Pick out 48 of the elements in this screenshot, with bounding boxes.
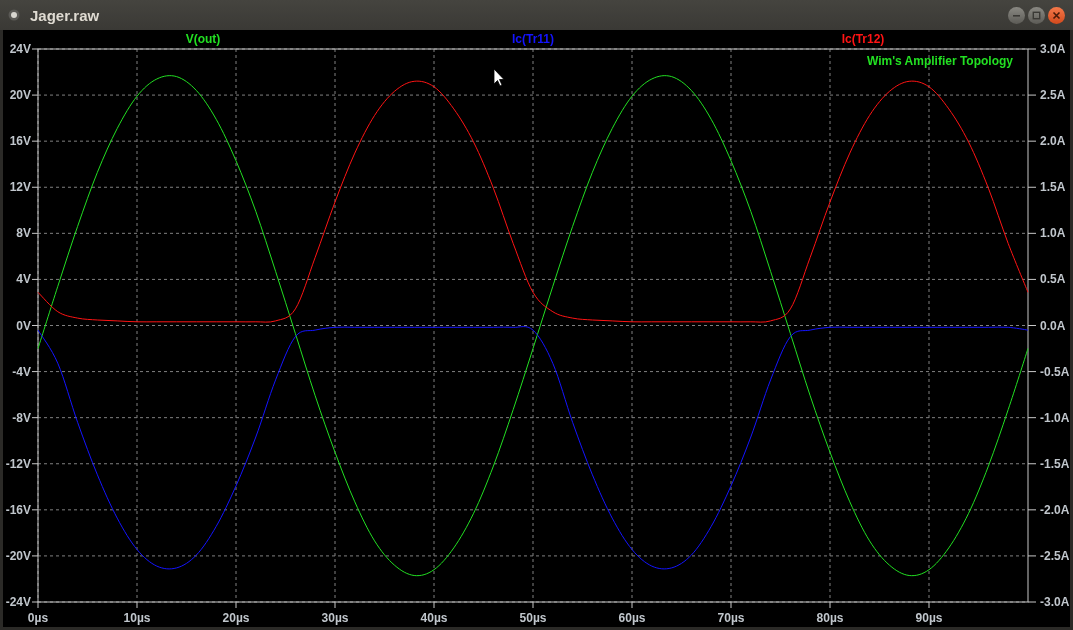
- y-axis-label: -2.5A: [1040, 548, 1070, 563]
- x-axis-label: 20µs: [222, 611, 250, 625]
- legend-label: Ic(Tr12): [841, 32, 885, 46]
- y-axis-label: -4V: [12, 364, 31, 379]
- y-axis-label: 20V: [9, 88, 31, 103]
- y-axis-label: 2.5A: [1040, 88, 1066, 103]
- y-axis-label: 0.5A: [1040, 272, 1066, 287]
- y-axis-label: -24V: [5, 595, 31, 609]
- y-axis-label: 24V: [9, 42, 31, 56]
- y-axis-label: 1.5A: [1040, 180, 1066, 195]
- y-axis-label: -12V: [5, 456, 31, 471]
- x-axis-label: 90µs: [915, 611, 943, 625]
- y-axis-label: 2.0A: [1040, 134, 1066, 149]
- y-axis-label: -8V: [12, 410, 31, 425]
- legend-label: V(out): [185, 32, 221, 46]
- x-axis-label: 30µs: [321, 611, 349, 625]
- y-axis-label: 16V: [9, 134, 31, 149]
- app-icon: [8, 9, 20, 21]
- y-axis-label: 4V: [16, 272, 31, 287]
- legend-label: Ic(Tr11): [512, 32, 554, 46]
- y-axis-label: 8V: [16, 226, 31, 241]
- y-axis-label: -20V: [5, 548, 31, 563]
- y-axis-label: 3.0A: [1040, 42, 1066, 56]
- x-axis-label: 40µs: [420, 611, 448, 625]
- y-axis-label: -1.0A: [1040, 410, 1070, 425]
- x-axis-label: 70µs: [717, 611, 745, 625]
- window-title: Jager.raw: [30, 6, 101, 24]
- maximize-button[interactable]: [1028, 6, 1045, 24]
- x-axis-label: 80µs: [816, 611, 844, 625]
- y-axis-label: -3.0A: [1040, 595, 1070, 609]
- maximize-icon: [1032, 10, 1041, 20]
- x-axis-label: 60µs: [618, 611, 646, 625]
- y-axis-label: 0V: [16, 318, 31, 333]
- y-axis-label: -2.0A: [1040, 502, 1070, 517]
- x-axis-label: 0µs: [27, 611, 49, 625]
- y-axis-label: -0.5A: [1040, 364, 1070, 379]
- minimize-button[interactable]: [1008, 6, 1025, 24]
- y-axis-label: 1.0A: [1040, 226, 1066, 241]
- y-axis-label: -1.5A: [1040, 456, 1070, 471]
- close-icon: [1052, 10, 1061, 20]
- plot-annotation: Wim's Amplifier Topology: [866, 54, 1013, 68]
- close-button[interactable]: [1048, 6, 1065, 24]
- y-axis-label: 0.0A: [1040, 318, 1066, 333]
- y-axis-label: -16V: [5, 502, 31, 517]
- mouse-pointer-icon: [493, 68, 505, 87]
- x-axis-label: 50µs: [519, 611, 547, 625]
- x-axis-label: 10µs: [123, 611, 151, 625]
- y-axis-label: 12V: [9, 180, 31, 195]
